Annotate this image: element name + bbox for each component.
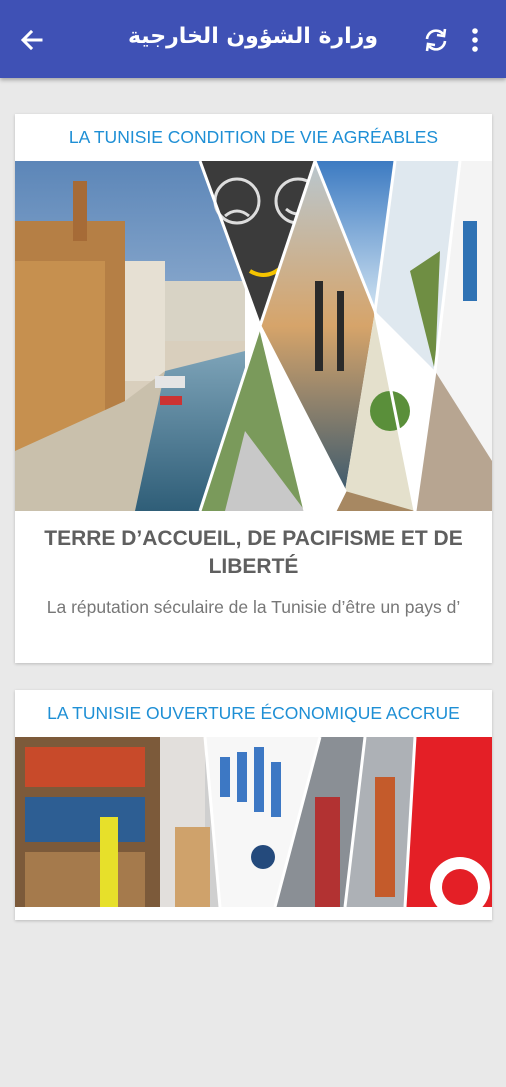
article-category[interactable]: LA TUNISIE CONDITION DE VIE AGRÉABLES — [15, 114, 492, 161]
refresh-button[interactable] — [418, 22, 454, 58]
app-bar: وزارة الشؤون الخارجية — [0, 0, 506, 78]
article-image[interactable] — [15, 161, 492, 511]
app-title: وزارة الشؤون الخارجية — [127, 24, 379, 49]
overflow-menu-button[interactable] — [462, 22, 488, 58]
back-button[interactable] — [14, 22, 50, 58]
article-image[interactable] — [15, 737, 492, 1087]
article-card[interactable]: LA TUNISIE CONDITION DE VIE AGRÉABLES TE… — [15, 114, 492, 663]
article-headline[interactable]: TERRE D’ACCUEIL, DE PACIFISME ET DE LIBE… — [15, 511, 492, 581]
article-excerpt: La réputation séculaire de la Tunisie d’… — [46, 597, 461, 617]
article-category[interactable]: LA TUNISIE OUVERTURE ÉCONOMIQUE ACCRUE — [15, 690, 492, 737]
arrow-left-icon — [20, 29, 43, 51]
refresh-icon — [425, 28, 447, 52]
article-card[interactable]: LA TUNISIE OUVERTURE ÉCONOMIQUE ACCRUE — [15, 690, 492, 920]
more-vert-icon — [472, 28, 478, 52]
